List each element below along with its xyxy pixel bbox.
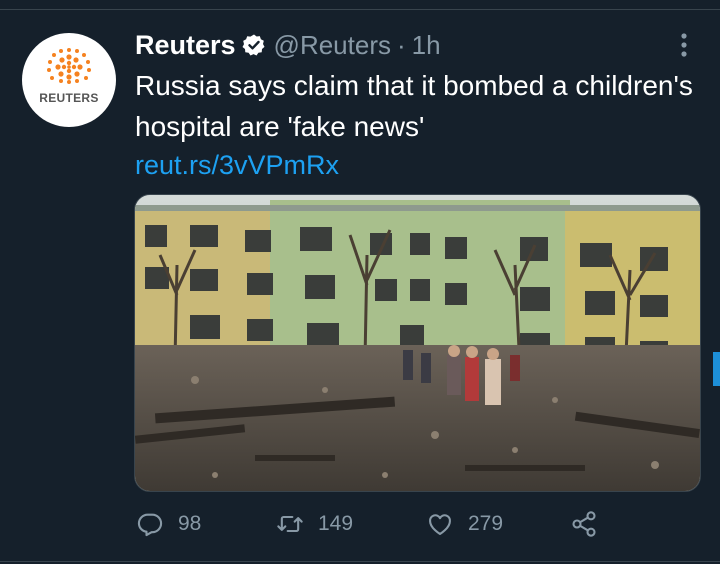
tweet-photo[interactable] [134, 194, 701, 492]
verified-badge-icon [242, 34, 265, 56]
avatar[interactable]: REUTERS [22, 33, 116, 127]
like-button[interactable]: 279 [426, 508, 503, 540]
like-count: 279 [468, 512, 504, 535]
tweet-text: Russia says claim that it bombed a child… [135, 70, 693, 142]
scrollbar-thumb[interactable] [713, 352, 720, 386]
separator-dot: · [396, 29, 406, 60]
bottom-divider [0, 561, 720, 562]
retweet-icon [277, 515, 303, 533]
top-divider [0, 9, 720, 10]
reuters-logo [47, 48, 91, 84]
tweet-link[interactable]: reut.rs/3vVPmRx [135, 147, 339, 183]
avatar-label: REUTERS [39, 91, 99, 105]
reply-count: 98 [178, 512, 202, 535]
damaged-hospital-photo [135, 195, 700, 491]
author-name[interactable]: Reuters [135, 30, 236, 61]
more-options-icon[interactable] [676, 32, 692, 58]
retweet-button[interactable]: 149 [276, 508, 353, 540]
retweet-count: 149 [318, 512, 354, 535]
author-handle[interactable]: @Reuters [274, 30, 391, 61]
tweet-header: Reuters @Reuters · 1h [135, 27, 441, 63]
tweet-time[interactable]: 1h [412, 30, 441, 61]
reply-icon [137, 513, 163, 537]
share-icon [572, 511, 596, 537]
share-button[interactable] [570, 508, 598, 540]
reply-button[interactable]: 98 [136, 508, 201, 540]
like-icon [429, 514, 451, 535]
